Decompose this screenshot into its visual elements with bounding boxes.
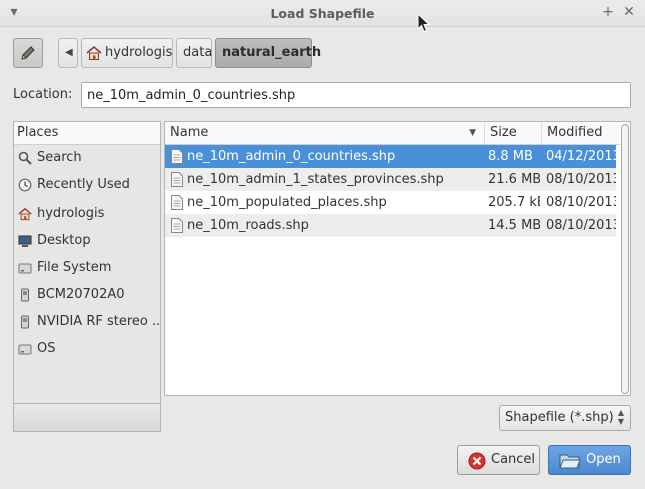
file-modified: 08/10/2013: [546, 218, 616, 233]
file-size: 21.6 MB: [488, 172, 540, 187]
file-row[interactable]: ne_10m_admin_1_states_provinces.shp 21.6…: [165, 168, 616, 191]
file-modified: 08/10/2013: [546, 172, 616, 187]
window-title: Load Shapefile: [270, 6, 375, 21]
place-hydrologis[interactable]: hydrologis: [15, 202, 159, 226]
file-type-filter-select[interactable]: Shapefile (*.shp) ▲ ▼: [499, 405, 631, 431]
file-size: 205.7 kB: [488, 195, 540, 210]
places-sidebar: Places Search Recently Used hydrologis D…: [13, 121, 161, 404]
file-row[interactable]: ne_10m_admin_0_countries.shp 8.8 MB 04/1…: [165, 145, 616, 168]
file-icon: [171, 149, 183, 164]
file-list: Name ▼ Size Modified ne_10m_admin_0_coun…: [164, 121, 631, 396]
file-modified: 04/12/2013: [546, 149, 616, 164]
breadcrumb-hydrologis[interactable]: hydrologis: [81, 38, 173, 68]
file-row[interactable]: ne_10m_populated_places.shp 205.7 kB 08/…: [165, 191, 616, 214]
breadcrumb-natural-earth[interactable]: natural_earth: [215, 38, 321, 68]
file-modified: 08/10/2013: [546, 195, 616, 210]
home-icon: [86, 45, 102, 60]
column-header-size[interactable]: Size: [485, 122, 542, 144]
cancel-button[interactable]: Cancel: [457, 445, 540, 475]
column-header-modified[interactable]: Modified: [542, 122, 620, 144]
mouse-cursor-icon: [417, 13, 431, 33]
close-icon[interactable]: ✕: [621, 4, 637, 20]
device-icon: [21, 288, 29, 302]
title-bar: ▾ Load Shapefile + ✕: [0, 0, 645, 27]
home-icon: [18, 207, 32, 221]
file-icon: [171, 218, 183, 233]
sort-descending-icon: ▼: [469, 128, 476, 138]
place-recently-used[interactable]: Recently Used: [15, 173, 159, 197]
place-bcm20702a0[interactable]: BCM20702A0: [15, 283, 159, 307]
file-size: 8.8 MB: [488, 149, 533, 164]
pencil-icon: [21, 46, 35, 60]
file-row[interactable]: ne_10m_roads.shp 14.5 MB 08/10/2013: [165, 214, 616, 237]
place-file-system[interactable]: File System: [15, 256, 159, 280]
clock-icon: [18, 178, 32, 192]
path-scroll-left-button[interactable]: ◀: [58, 38, 78, 68]
place-os[interactable]: OS: [15, 337, 159, 361]
places-toolbar: [13, 404, 161, 432]
drive-icon: [18, 263, 32, 274]
breadcrumb-data[interactable]: data: [176, 38, 212, 68]
file-size: 14.5 MB: [488, 218, 540, 233]
location-label: Location:: [13, 87, 73, 102]
drive-icon: [18, 344, 32, 355]
cancel-icon: [468, 452, 486, 470]
place-desktop[interactable]: Desktop: [15, 229, 159, 253]
place-search[interactable]: Search: [15, 146, 159, 170]
place-nvidia-rf-stereo[interactable]: NVIDIA RF stereo ...: [15, 310, 159, 334]
location-input[interactable]: [81, 82, 631, 108]
file-name: ne_10m_populated_places.shp: [187, 195, 387, 210]
file-list-header: Name ▼ Size Modified: [165, 122, 620, 145]
file-name: ne_10m_admin_0_countries.shp: [187, 149, 396, 164]
places-header: Places: [14, 122, 160, 145]
file-name: ne_10m_roads.shp: [187, 218, 309, 233]
file-name: ne_10m_admin_1_states_provinces.shp: [187, 172, 444, 187]
type-filename-toggle-button[interactable]: [13, 38, 43, 68]
column-header-name[interactable]: Name ▼: [165, 122, 485, 144]
left-arrow-icon: ◀: [65, 47, 73, 58]
breadcrumb-label: hydrologis: [105, 45, 173, 60]
file-icon: [171, 195, 183, 210]
combo-arrows-icon: ▲ ▼: [617, 408, 624, 426]
file-list-scrollbar[interactable]: [621, 124, 629, 394]
file-icon: [171, 172, 183, 187]
folder-open-icon: [559, 454, 581, 469]
desktop-icon: [18, 235, 32, 247]
open-button[interactable]: Open: [548, 445, 631, 475]
search-icon: [18, 151, 32, 165]
maximize-icon[interactable]: +: [600, 4, 616, 20]
device-icon: [21, 315, 29, 329]
